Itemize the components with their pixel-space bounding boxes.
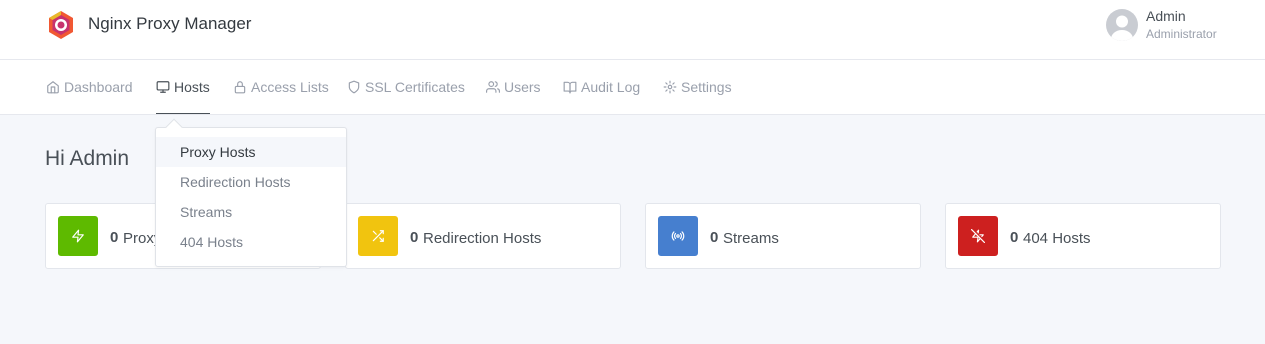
- gear-icon: [663, 80, 677, 94]
- nav-access-lists-label: Access Lists: [251, 79, 329, 95]
- 404-hosts-label: 404 Hosts: [1023, 230, 1091, 247]
- 404-hosts-icon-box: [958, 216, 998, 256]
- nav-ssl-certificates[interactable]: SSL Certificates: [347, 60, 465, 114]
- dropdown-item-redirection-hosts[interactable]: Redirection Hosts: [156, 167, 346, 197]
- proxy-hosts-count: 0: [110, 229, 119, 246]
- redirection-hosts-icon-box: [358, 216, 398, 256]
- nav-dashboard[interactable]: Dashboard: [46, 60, 133, 114]
- 404-hosts-card[interactable]: 0 404 Hosts: [945, 203, 1221, 269]
- nav-audit-log-label: Audit Log: [581, 79, 641, 95]
- home-icon: [47, 81, 59, 94]
- book-icon: [563, 81, 577, 94]
- hosts-dropdown-menu: Proxy Hosts Redirection Hosts Streams 40…: [155, 118, 347, 267]
- streams-count: 0: [710, 229, 719, 246]
- streams-card[interactable]: 0 Streams: [645, 203, 921, 269]
- nav-users-label: Users: [504, 79, 541, 95]
- streams-icon-box: [658, 216, 698, 256]
- app-title[interactable]: Nginx Proxy Manager: [88, 14, 251, 34]
- shuffle-icon: [372, 230, 384, 242]
- nginx-proxy-manager-logo[interactable]: [47, 10, 75, 40]
- nav-settings-label: Settings: [681, 79, 732, 95]
- zap-icon: [72, 229, 84, 243]
- main-nav: Dashboard Hosts Access Lists SSL Certifi…: [0, 60, 1265, 115]
- shield-icon: [348, 80, 360, 94]
- user-role: Administrator: [1146, 27, 1217, 41]
- zap-off-icon: [971, 229, 985, 243]
- dropdown-item-streams[interactable]: Streams: [156, 197, 346, 227]
- avatar[interactable]: [1106, 9, 1138, 41]
- dropdown-item-proxy-hosts[interactable]: Proxy Hosts: [156, 137, 346, 167]
- nav-hosts-label: Hosts: [174, 78, 210, 95]
- user-name[interactable]: Admin: [1146, 8, 1186, 24]
- redirection-hosts-count: 0: [410, 229, 419, 246]
- lock-icon: [234, 81, 246, 94]
- nav-users[interactable]: Users: [486, 60, 541, 114]
- streams-label: Streams: [723, 230, 779, 247]
- redirection-hosts-card[interactable]: 0 Redirection Hosts: [345, 203, 621, 269]
- nav-dashboard-label: Dashboard: [64, 79, 133, 95]
- nav-audit-log[interactable]: Audit Log: [563, 60, 640, 114]
- nav-hosts[interactable]: Hosts: [156, 60, 210, 114]
- users-icon: [486, 81, 500, 93]
- nav-settings[interactable]: Settings: [663, 60, 732, 114]
- 404-hosts-count: 0: [1010, 229, 1019, 246]
- nav-ssl-certificates-label: SSL Certificates: [365, 79, 465, 95]
- proxy-hosts-icon-box: [58, 216, 98, 256]
- redirection-hosts-label: Redirection Hosts: [423, 230, 542, 247]
- top-header: Nginx Proxy Manager Admin Administrator: [0, 0, 1265, 60]
- nav-access-lists[interactable]: Access Lists: [233, 60, 329, 114]
- dropdown-item-404-hosts[interactable]: 404 Hosts: [156, 227, 346, 257]
- page-title: Hi Admin: [45, 147, 130, 170]
- user-avatar-icon: [1111, 15, 1133, 41]
- dropdown-caret: [165, 118, 183, 136]
- monitor-icon: [156, 80, 170, 93]
- radio-icon: [671, 231, 685, 241]
